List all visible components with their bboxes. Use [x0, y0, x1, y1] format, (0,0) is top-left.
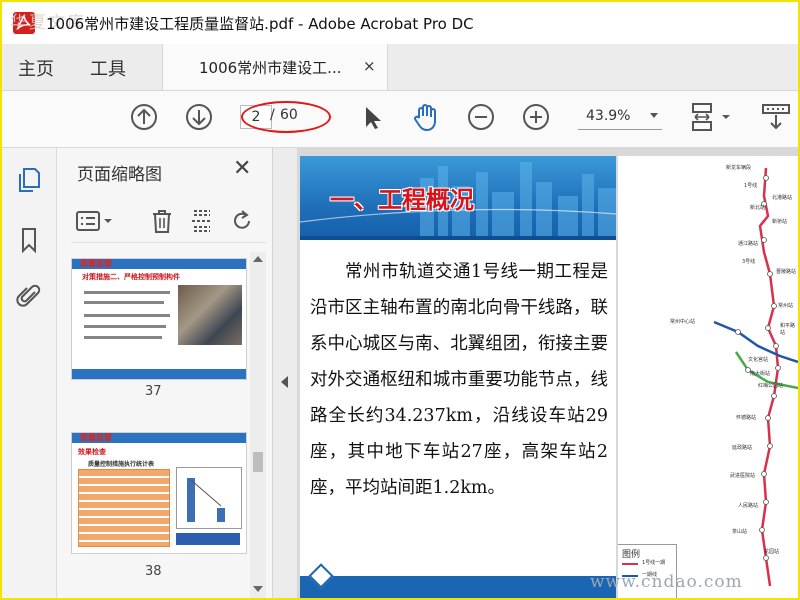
map-station-label: 通江路站 [738, 241, 759, 247]
toolbar: 2 / 60 43.9% [2, 91, 798, 148]
zoom-dropdown[interactable]: 43.9% [578, 105, 662, 130]
nav-home[interactable]: 主页 [18, 55, 54, 81]
map-station-label: 常州站 [778, 303, 794, 309]
scroll-up-icon[interactable] [253, 256, 263, 262]
banner-underline [300, 236, 616, 240]
page-thumbnails-icon[interactable] [15, 166, 43, 194]
select-cursor-icon[interactable] [356, 101, 388, 133]
map-station-label: 红梅公园站 [758, 383, 784, 389]
thumb-subtitle: 对策措施二、严格控制预制构件 [82, 273, 180, 281]
thumbnail-list: 质量监督 对策措施二、严格控制预制构件 37 质量监督 效果检查 质量控制措施执… [57, 252, 272, 598]
document-tab-label: 1006常州市建设工... [199, 59, 342, 77]
next-page-icon[interactable] [183, 101, 215, 133]
scroll-mode-icon[interactable] [760, 101, 792, 133]
left-navigation-rail [2, 148, 57, 598]
zoom-value: 43.9% [586, 108, 631, 124]
map-station-label: 1号线 [744, 183, 758, 189]
map-station-label: 常州中心站 [670, 319, 696, 325]
close-panel-button[interactable]: ✕ [233, 156, 251, 181]
map-station-label: 文化宫站 [748, 357, 769, 363]
nav-tools[interactable]: 工具 [90, 55, 126, 81]
attachment-icon[interactable] [15, 282, 43, 310]
map-station-label: 延政路站 [732, 445, 753, 451]
body-paragraph: 常州市轨道交通1号线一期工程是沿市区主轴布置的南北向骨干线路，联系中心城区与南、… [310, 262, 608, 498]
map-station-label: 和平路站 [780, 323, 796, 336]
scroll-down-icon[interactable] [253, 586, 263, 592]
window-title: 1006常州市建设工程质量监督站.pdf - Adobe Acrobat Pro… [46, 15, 474, 33]
map-station-label: 怀德路站 [736, 415, 757, 421]
map-station-label: 新桥站 [772, 219, 788, 225]
map-station-label: 花园站 [764, 549, 780, 555]
tab-document[interactable]: 1006常州市建设工... × [162, 44, 388, 90]
legend-item: 1号线一期 [642, 560, 666, 566]
map-station-label: 人民路站 [738, 503, 759, 509]
metro-line-map [713, 167, 798, 587]
section-heading: 一、工程概况 [330, 186, 474, 214]
panel-collapse-handle[interactable] [273, 148, 298, 598]
thumbnail-page-number: 38 [145, 564, 162, 579]
map-station-label: 晋陵路站 [776, 269, 797, 275]
map-station-label: 3号线 [742, 259, 756, 265]
thumbnail-toolbar [71, 202, 266, 243]
legend-title: 图例 [622, 550, 641, 560]
map-station-label: 南大街站 [750, 371, 771, 377]
delete-page-icon[interactable] [149, 208, 175, 234]
thumbnail-scrollbar[interactable] [250, 252, 266, 598]
thumbnail-page-38[interactable]: 质量监督 效果检查 质量控制措施执行统计表 [71, 432, 247, 554]
map-station-label: 新北站 [750, 205, 766, 211]
zoom-out-icon[interactable] [465, 101, 497, 133]
thumbnail-page-37[interactable]: 质量监督 对策措施二、严格控制预制构件 [71, 258, 247, 380]
bookmark-icon[interactable] [15, 226, 43, 254]
document-page: 一、工程概况 常州市轨道交通1号线一期工程是沿市区主轴布置的南北向骨干线路，联系… [300, 156, 616, 598]
extract-pages-icon[interactable] [189, 208, 215, 234]
hand-tool-icon[interactable] [410, 101, 442, 133]
scrollbar-thumb[interactable] [253, 452, 263, 472]
map-station-label: 茶山站 [732, 529, 748, 535]
map-station-label: 北港路站 [772, 195, 793, 201]
zoom-in-icon[interactable] [520, 101, 552, 133]
tab-bar: 主页 工具 1006常州市建设工... × [2, 44, 798, 91]
close-tab-button[interactable]: × [363, 57, 376, 75]
previous-page-icon[interactable] [128, 101, 160, 133]
section-banner: 一、工程概况 [300, 156, 616, 240]
document-body: 常州市轨道交通1号线一期工程是沿市区主轴布置的南北向骨干线路，联系中心城区与南、… [310, 254, 608, 506]
thumbnail-options-icon[interactable] [75, 208, 115, 234]
collapse-left-icon [281, 376, 288, 388]
app-window: 华夏文库 1006常州市建设工程质量监督站.pdf - Adobe Acroba… [0, 0, 800, 600]
thumbnail-page-number: 37 [145, 384, 162, 399]
chevron-down-icon [650, 113, 658, 118]
map-station-label: 武进医院站 [730, 473, 756, 479]
panel-title: 页面缩略图 [77, 165, 162, 185]
page-footer-bar [300, 576, 616, 598]
map-station-label: 新龙车辆段 [726, 165, 752, 171]
fit-page-icon[interactable] [690, 101, 734, 133]
red-annotation-ellipse [241, 101, 331, 133]
rotate-icon[interactable] [229, 208, 255, 234]
thumb-table-title: 质量控制措施执行统计表 [88, 461, 155, 468]
title-bar: 华夏文库 1006常州市建设工程质量监督站.pdf - Adobe Acroba… [2, 2, 798, 44]
thumb-header: 质量监督 [80, 259, 112, 268]
thumb-header: 质量监督 [80, 433, 112, 442]
metro-map-page: 新龙车辆段 1号线 北港路站 新北站 新桥站 通江路站 3号线 晋陵路站 常州站… [618, 156, 798, 598]
watermark-bottom-right: www.cndao.com [590, 572, 743, 592]
thumb-subtitle: 效果检查 [78, 448, 106, 456]
page-thumbnails-panel: 页面缩略图 ✕ 质量监督 对策措施二、严格控制预制构件 37 质量监督 效果检查… [57, 148, 273, 598]
document-viewer: 一、工程概况 常州市轨道交通1号线一期工程是沿市区主轴布置的南北向骨干线路，联系… [298, 148, 798, 598]
